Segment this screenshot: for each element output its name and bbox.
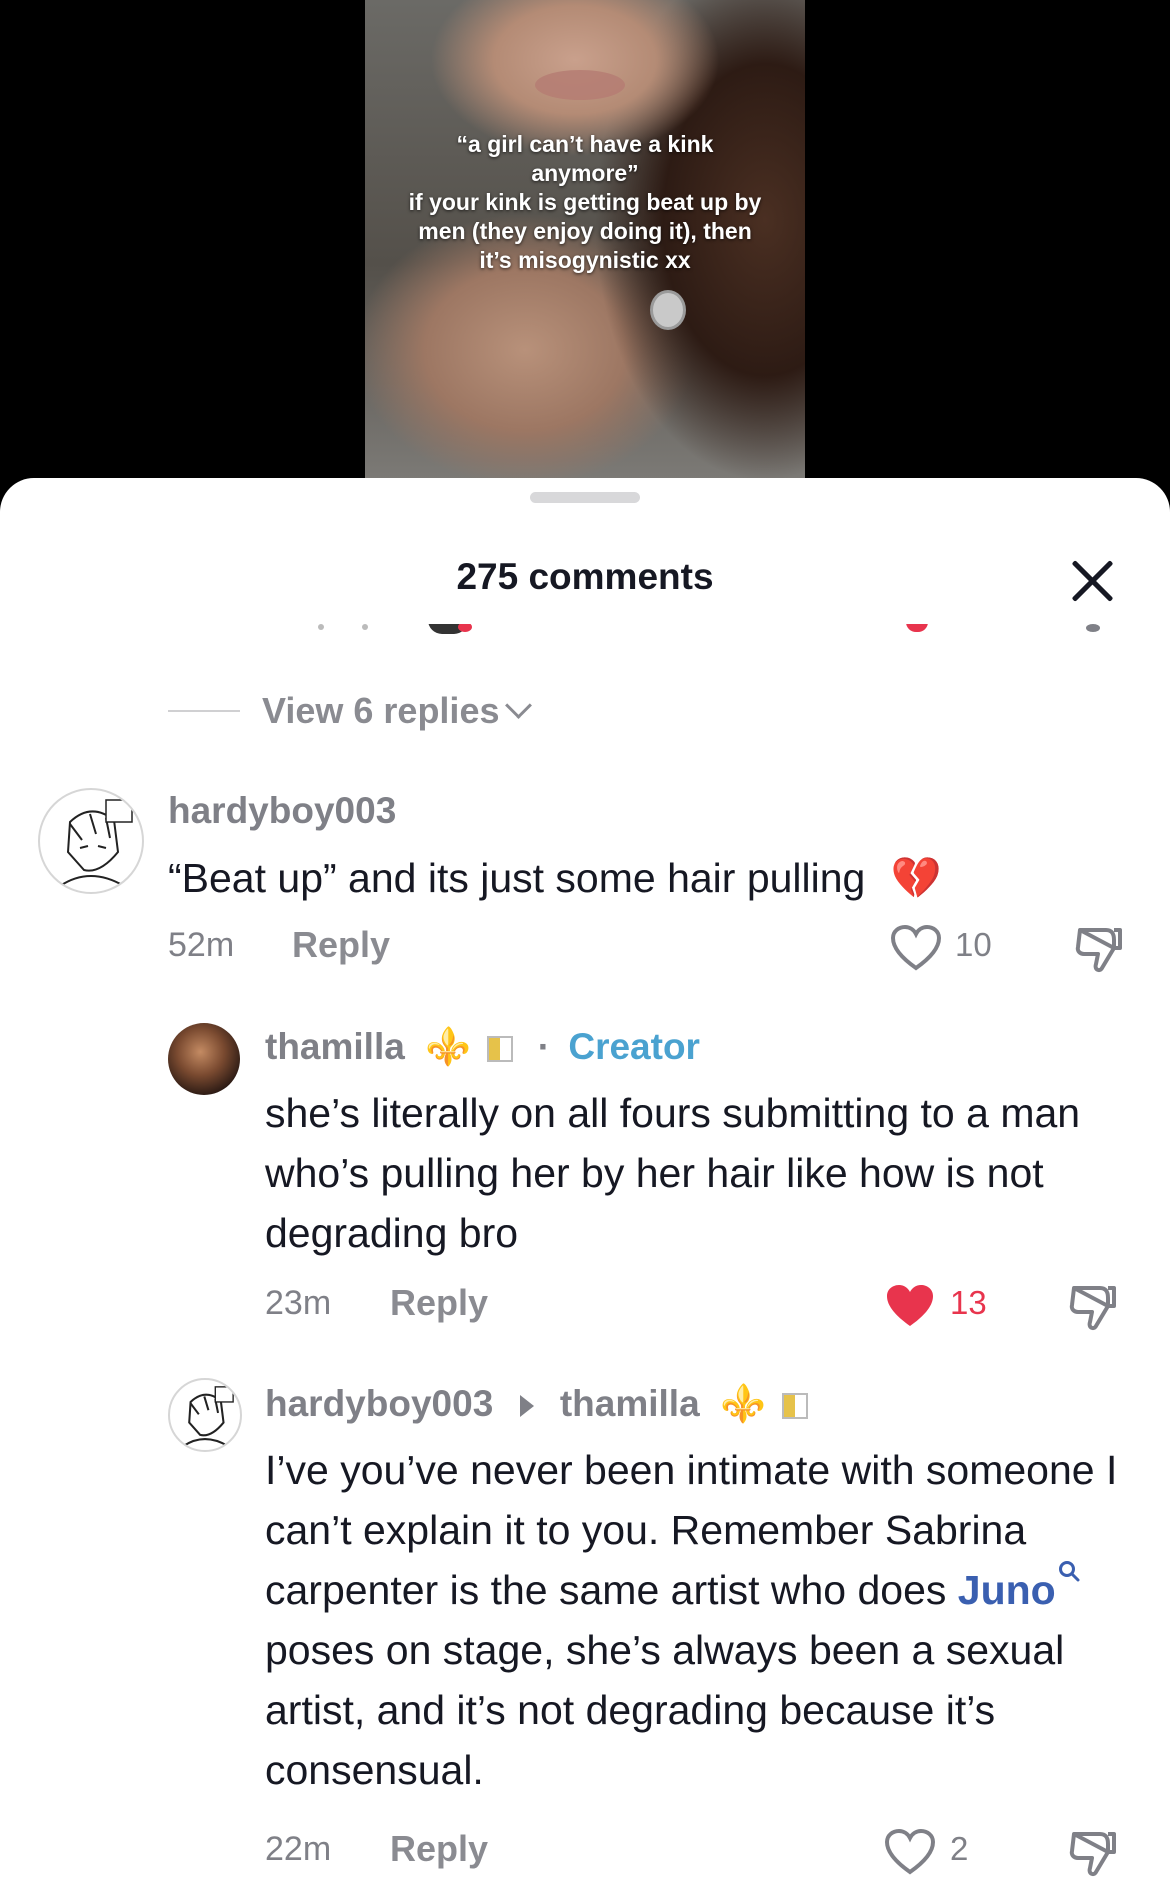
comments-count-title: 275 comments: [456, 556, 714, 597]
separator-dot: ·: [537, 1026, 551, 1067]
heart-outline-icon: [890, 924, 942, 971]
clipped-previous-comment: [0, 624, 1170, 648]
avatar[interactable]: [38, 788, 144, 894]
flag-icon: [782, 1393, 809, 1420]
caption-line: “a girl can’t have a kink: [456, 131, 714, 157]
like-count: 13: [950, 1284, 987, 1321]
like-button[interactable]: [884, 1828, 936, 1876]
avatar[interactable]: [168, 1378, 242, 1452]
avatar[interactable]: [168, 1023, 240, 1095]
comment-time: 52m: [168, 926, 235, 964]
caption-line: if your kink is getting beat up by: [408, 189, 762, 215]
dislike-button[interactable]: [1066, 1828, 1118, 1880]
dislike-button[interactable]: [1072, 924, 1124, 976]
comment-username-row: thamilla ⚜️ · Creator: [265, 1026, 700, 1069]
chevron-down-icon: [505, 691, 533, 719]
comment-body: “Beat up” and its just some hair pulling: [168, 855, 866, 901]
comments-sheet: 275 comments View 6 replies hardyboy003 …: [0, 478, 1170, 1887]
reply-to-username[interactable]: thamilla: [560, 1383, 700, 1424]
sheet-drag-handle[interactable]: [530, 492, 640, 503]
comment-time: 22m: [265, 1830, 332, 1868]
reply-button[interactable]: Reply: [390, 1282, 488, 1324]
dislike-button[interactable]: [1066, 1282, 1118, 1334]
close-icon[interactable]: [1068, 556, 1118, 606]
fleur-de-lis-icon: ⚜️: [425, 1026, 472, 1067]
video-subject-lips: [535, 70, 625, 100]
like-button[interactable]: [884, 1282, 936, 1330]
comment-body: she’s literally on all fours submitting …: [265, 1090, 1081, 1256]
sketch-avatar-icon: [59, 799, 133, 887]
comment-text: “Beat up” and its just some hair pulling…: [168, 848, 1128, 908]
dislike-icon: [1069, 1832, 1116, 1877]
video-subject-pendant: [650, 290, 686, 330]
comment-text: I’ve you’ve never been intimate with som…: [265, 1440, 1145, 1800]
dislike-icon: [1075, 928, 1122, 973]
comment-username-row: hardyboy003 thamilla ⚜️: [265, 1383, 809, 1426]
dislike-icon: [1069, 1286, 1116, 1331]
flag-icon: [487, 1036, 514, 1063]
caption-line: anymore”: [531, 160, 639, 186]
caption-line: it’s misogynistic xx: [479, 247, 691, 273]
caption-line: men (they enjoy doing it), then: [418, 218, 752, 244]
reply-button[interactable]: Reply: [390, 1828, 488, 1870]
fleur-de-lis-icon: ⚜️: [719, 1383, 767, 1424]
broken-heart-icon: 💔: [890, 855, 942, 901]
thread-line: [168, 710, 240, 712]
search-term[interactable]: Juno: [958, 1567, 1056, 1613]
search-link[interactable]: Juno: [958, 1561, 1080, 1613]
comment-time: 23m: [265, 1284, 332, 1322]
search-icon[interactable]: [1058, 1560, 1080, 1586]
heart-outline-icon: [884, 1828, 936, 1875]
comment-body-end: poses on stage, she’s always been a sexu…: [265, 1627, 1065, 1793]
creator-badge: Creator: [568, 1026, 700, 1067]
reply-button[interactable]: Reply: [292, 924, 390, 966]
reply-arrow-icon: [519, 1395, 534, 1418]
comment-username[interactable]: thamilla: [265, 1026, 405, 1067]
view-replies-label: View 6 replies: [262, 690, 500, 731]
video-caption: “a girl can’t have a kink anymore” if yo…: [365, 130, 805, 275]
like-count: 10: [955, 926, 992, 963]
view-replies-button[interactable]: View 6 replies: [168, 690, 533, 732]
comment-username[interactable]: hardyboy003: [265, 1383, 493, 1424]
sketch-avatar-icon: [183, 1386, 234, 1447]
heart-filled-icon: [887, 1285, 933, 1326]
comment-username[interactable]: hardyboy003: [168, 790, 396, 832]
like-button[interactable]: [890, 924, 942, 972]
like-count: 2: [950, 1830, 969, 1867]
video-area[interactable]: “a girl can’t have a kink anymore” if yo…: [0, 0, 1170, 490]
